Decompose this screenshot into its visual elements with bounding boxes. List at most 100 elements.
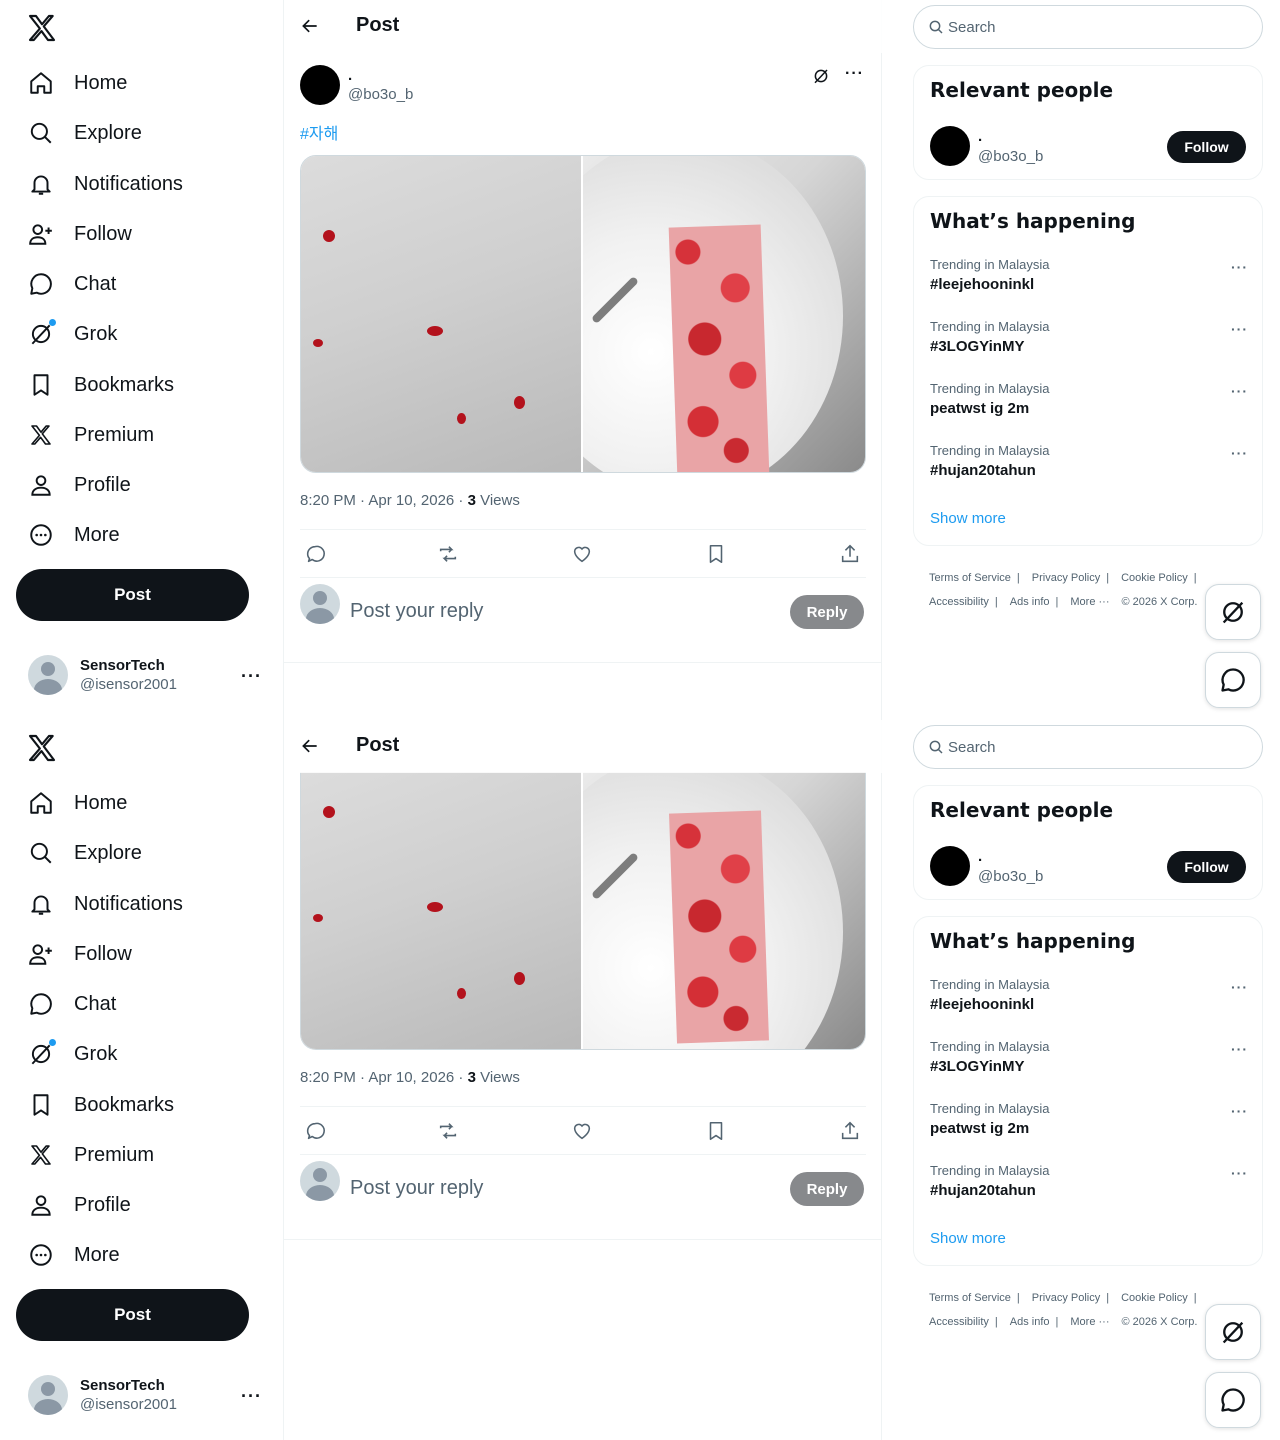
cookie-link[interactable]: Cookie Policy bbox=[1121, 1292, 1188, 1304]
terms-link[interactable]: Terms of Service bbox=[929, 572, 1011, 584]
nav-follow[interactable]: Follow bbox=[16, 929, 144, 979]
nav-notifications[interactable]: Notifications bbox=[16, 159, 195, 209]
account-switcher[interactable]: SensorTech @isensor2001 ··· bbox=[16, 1366, 270, 1424]
privacy-link[interactable]: Privacy Policy bbox=[1032, 572, 1100, 584]
more-link[interactable]: More ··· bbox=[1070, 596, 1109, 608]
like-icon[interactable] bbox=[571, 1120, 593, 1142]
nav-chat[interactable]: Chat bbox=[16, 979, 128, 1029]
nav-home[interactable]: Home bbox=[16, 778, 139, 828]
nav-profile[interactable]: Profile bbox=[16, 460, 143, 510]
x-logo-icon[interactable] bbox=[26, 732, 58, 764]
nav-premium[interactable]: Premium bbox=[16, 410, 166, 460]
chat-float-button[interactable] bbox=[1205, 652, 1261, 708]
search-input[interactable]: Search bbox=[913, 725, 1263, 769]
more-icon[interactable]: ··· bbox=[241, 666, 262, 687]
more-icon[interactable]: ··· bbox=[1231, 1041, 1248, 1057]
nav-notifications[interactable]: Notifications bbox=[16, 879, 195, 929]
reply-input[interactable]: Post your reply bbox=[350, 1177, 483, 1200]
reply-icon[interactable] bbox=[304, 543, 326, 565]
post-media[interactable] bbox=[300, 772, 866, 1050]
repost-icon[interactable] bbox=[437, 543, 459, 565]
trend-item[interactable]: Trending in Malaysia #hujan20tahun ··· bbox=[930, 1163, 1248, 1219]
repost-icon[interactable] bbox=[437, 1120, 459, 1142]
nav-follow[interactable]: Follow bbox=[16, 209, 144, 259]
share-icon[interactable] bbox=[839, 543, 861, 565]
nav-explore[interactable]: Explore bbox=[16, 828, 154, 878]
person-name[interactable]: . bbox=[978, 848, 982, 865]
reply-icon[interactable] bbox=[304, 1120, 326, 1142]
bookmark-icon[interactable] bbox=[705, 1120, 727, 1142]
post-button[interactable]: Post bbox=[16, 1289, 249, 1341]
more-icon[interactable]: ··· bbox=[1231, 445, 1248, 461]
share-icon[interactable] bbox=[839, 1120, 861, 1142]
post-media[interactable] bbox=[300, 155, 866, 473]
hashtag-link[interactable]: #자해 bbox=[300, 120, 338, 144]
more-icon[interactable]: ··· bbox=[845, 65, 864, 83]
author-avatar[interactable] bbox=[300, 65, 340, 105]
grok-icon[interactable] bbox=[812, 67, 830, 85]
author-name[interactable]: . bbox=[348, 67, 352, 84]
terms-link[interactable]: Terms of Service bbox=[929, 1292, 1011, 1304]
accessibility-link[interactable]: Accessibility bbox=[929, 596, 989, 608]
search-input[interactable]: Search bbox=[913, 5, 1263, 49]
nav-profile[interactable]: Profile bbox=[16, 1180, 143, 1230]
show-more-link[interactable]: Show more bbox=[930, 1230, 1006, 1247]
more-icon[interactable]: ··· bbox=[1231, 321, 1248, 337]
trend-item[interactable]: Trending in Malaysia #3LOGYinMY ··· bbox=[930, 319, 1248, 375]
trend-item[interactable]: Trending in Malaysia #hujan20tahun ··· bbox=[930, 443, 1248, 499]
x-logo-icon[interactable] bbox=[26, 12, 58, 44]
follow-button[interactable]: Follow bbox=[1167, 131, 1246, 163]
reply-button[interactable]: Reply bbox=[790, 595, 864, 629]
nav-grok[interactable]: Grok bbox=[16, 309, 129, 359]
nav-more[interactable]: More bbox=[16, 510, 132, 560]
more-icon[interactable]: ··· bbox=[241, 1386, 262, 1407]
nav-bookmarks[interactable]: Bookmarks bbox=[16, 1080, 186, 1130]
chat-float-button[interactable] bbox=[1205, 1372, 1261, 1428]
show-more-link[interactable]: Show more bbox=[930, 510, 1006, 527]
back-arrow-icon[interactable] bbox=[300, 16, 320, 36]
author-avatar[interactable] bbox=[930, 846, 970, 886]
author-avatar[interactable] bbox=[930, 126, 970, 166]
nav-grok[interactable]: Grok bbox=[16, 1029, 129, 1079]
more-icon[interactable]: ··· bbox=[1231, 259, 1248, 275]
ads-info-link[interactable]: Ads info bbox=[1010, 1316, 1050, 1328]
post-image-left[interactable] bbox=[301, 772, 581, 1049]
post-image-left[interactable] bbox=[301, 156, 581, 472]
more-icon[interactable]: ··· bbox=[1231, 979, 1248, 995]
ads-info-link[interactable]: Ads info bbox=[1010, 596, 1050, 608]
cookie-link[interactable]: Cookie Policy bbox=[1121, 572, 1188, 584]
reply-input[interactable]: Post your reply bbox=[350, 600, 483, 623]
grok-float-button[interactable] bbox=[1205, 584, 1261, 640]
trend-item[interactable]: Trending in Malaysia peatwst ig 2m ··· bbox=[930, 381, 1248, 437]
post-image-right[interactable] bbox=[583, 156, 865, 472]
more-icon[interactable]: ··· bbox=[1231, 1103, 1248, 1119]
person-name[interactable]: . bbox=[978, 128, 982, 145]
trend-item[interactable]: Trending in Malaysia #leejehooninkl ··· bbox=[930, 257, 1248, 313]
nav-home[interactable]: Home bbox=[16, 58, 139, 108]
post-image-right[interactable] bbox=[583, 772, 865, 1049]
more-icon[interactable]: ··· bbox=[1231, 1165, 1248, 1181]
post-button[interactable]: Post bbox=[16, 569, 249, 621]
like-icon[interactable] bbox=[571, 543, 593, 565]
nav-more[interactable]: More bbox=[16, 1230, 132, 1280]
grok-float-button[interactable] bbox=[1205, 1304, 1261, 1360]
person-handle[interactable]: @bo3o_b bbox=[978, 148, 1043, 165]
trend-item[interactable]: Trending in Malaysia peatwst ig 2m ··· bbox=[930, 1101, 1248, 1157]
back-arrow-icon[interactable] bbox=[300, 736, 320, 756]
nav-bookmarks[interactable]: Bookmarks bbox=[16, 360, 186, 410]
more-link[interactable]: More ··· bbox=[1070, 1316, 1109, 1328]
nav-chat[interactable]: Chat bbox=[16, 259, 128, 309]
more-icon[interactable]: ··· bbox=[1231, 383, 1248, 399]
bookmark-icon[interactable] bbox=[705, 543, 727, 565]
account-switcher[interactable]: SensorTech @isensor2001 ··· bbox=[16, 646, 270, 704]
author-handle[interactable]: @bo3o_b bbox=[348, 86, 413, 103]
nav-premium[interactable]: Premium bbox=[16, 1130, 166, 1180]
follow-button[interactable]: Follow bbox=[1167, 851, 1246, 883]
privacy-link[interactable]: Privacy Policy bbox=[1032, 1292, 1100, 1304]
person-handle[interactable]: @bo3o_b bbox=[978, 868, 1043, 885]
trend-item[interactable]: Trending in Malaysia #3LOGYinMY ··· bbox=[930, 1039, 1248, 1095]
nav-explore[interactable]: Explore bbox=[16, 108, 154, 158]
reply-button[interactable]: Reply bbox=[790, 1172, 864, 1206]
trend-item[interactable]: Trending in Malaysia #leejehooninkl ··· bbox=[930, 977, 1248, 1033]
accessibility-link[interactable]: Accessibility bbox=[929, 1316, 989, 1328]
